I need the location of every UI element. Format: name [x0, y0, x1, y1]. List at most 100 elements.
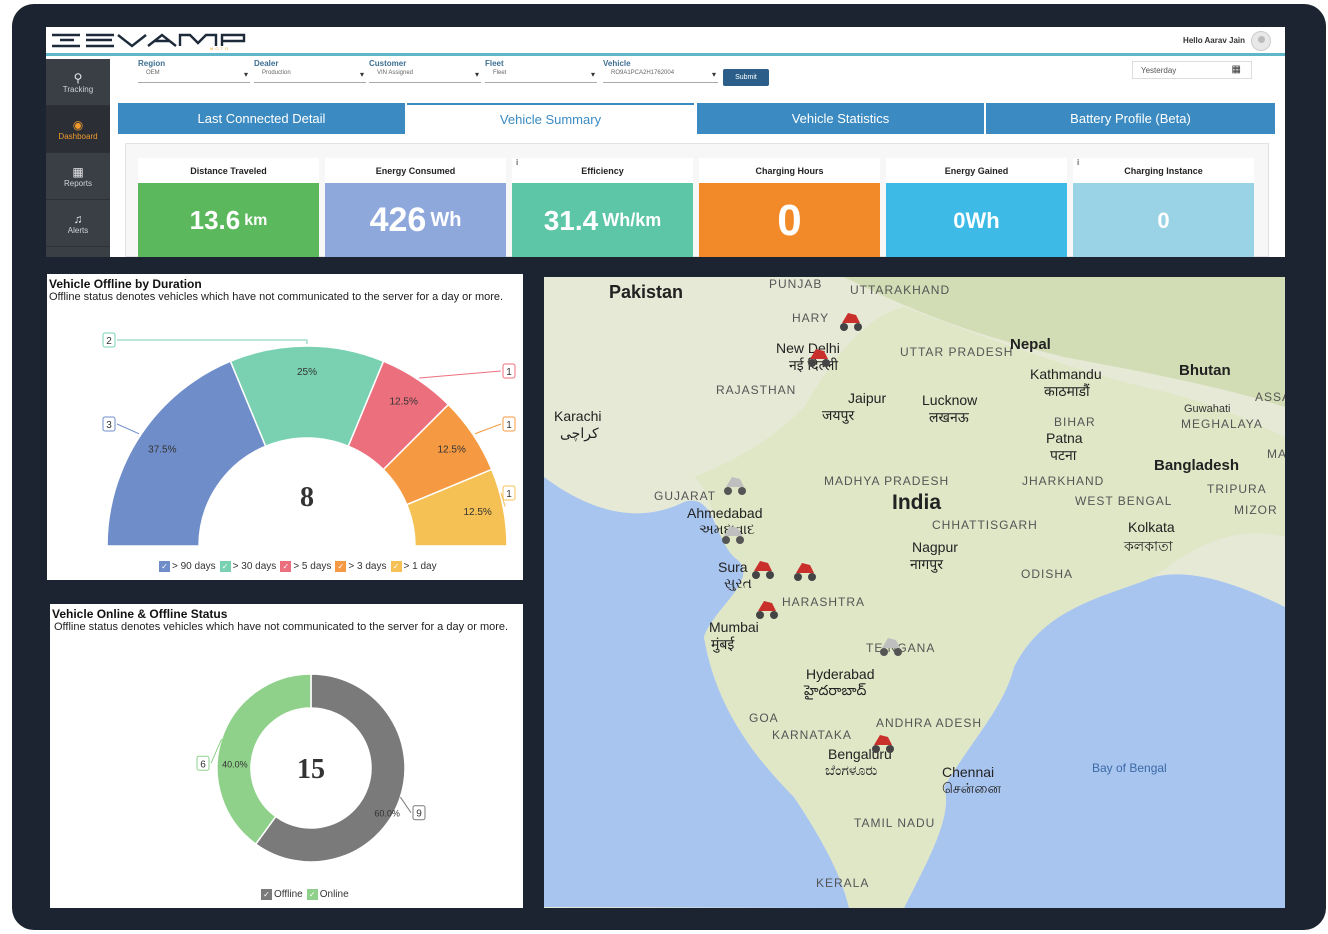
card-title: Energy Gained	[944, 165, 1009, 176]
map-label-city: ಬೆಂಗಳೂರು	[825, 762, 878, 778]
sidebar-item-label: Dashboard	[58, 131, 98, 141]
sidebar-item-label: Alerts	[67, 225, 89, 235]
map-label-city: Kathmandu	[1030, 366, 1102, 382]
legend-label: > 90 days	[172, 561, 216, 573]
summary-cards: Distance Traveled 13.6 km Energy Consumed…	[125, 143, 1269, 257]
card-title: Charging Hours	[755, 165, 824, 176]
online-offline-panel: Vehicle Online & Offline Status Offline …	[50, 604, 523, 908]
legend-item[interactable]: ✓ > 90 days	[159, 561, 216, 572]
legend-swatch: ✓	[306, 889, 318, 900]
vehicle-marker[interactable]	[806, 345, 832, 369]
sidebar-item-tracking[interactable]: ⚲ Tracking	[46, 59, 110, 106]
legend-item[interactable]: ✓ > 30 days	[219, 561, 276, 572]
card-title: Charging Instance	[1124, 165, 1203, 176]
legend-label: Offline	[274, 889, 303, 901]
region-select[interactable]: OEM	[138, 70, 250, 83]
map-label-state: TRIPURA	[1207, 482, 1267, 496]
map-label-city: کراچی	[560, 425, 599, 441]
card-header: i Efficiency	[512, 158, 693, 183]
card-value-box: 0Wh	[886, 183, 1067, 257]
table-icon: ▦	[72, 164, 84, 179]
callout-line	[399, 796, 412, 814]
map-pin-icon: ⚲	[73, 70, 83, 85]
map-label-state: UTTAR PRADESH	[900, 345, 1014, 359]
dashboard-icon: ◉	[72, 117, 84, 132]
vehicle-marker[interactable]	[838, 309, 864, 333]
card-value: 0	[777, 195, 802, 245]
sidebar-item-dashboard[interactable]: ◉ Dashboard	[46, 106, 110, 153]
map-label-state: MADHYA PRADESH	[824, 474, 950, 488]
legend-item[interactable]: ✓ > 3 days	[335, 561, 387, 572]
card-value-box: 13.6 km	[138, 183, 319, 257]
vehicle-marker[interactable]	[750, 557, 776, 581]
chart-legend: ✓ > 90 days ✓ > 30 days ✓ > 5 days ✓ > 3 day…	[159, 561, 437, 572]
fleet-select[interactable]: Fleet	[485, 70, 597, 83]
map-label-state: PUNJAB	[769, 277, 823, 291]
date-picker[interactable]: Yesterday ▦	[1132, 61, 1252, 79]
legend-swatch: ✓	[390, 561, 402, 572]
dealer-label: Dealer	[254, 59, 279, 68]
info-icon[interactable]: i	[1077, 158, 1079, 167]
map-label-state: KERALA	[816, 876, 870, 890]
sidebar-item-reports[interactable]: ▦ Reports	[46, 153, 110, 200]
bell-icon: ♫	[73, 211, 83, 226]
callout-line	[419, 370, 502, 379]
chart-subtitle: Offline status denotes vehicles which ha…	[54, 621, 509, 633]
map-label-city: काठमाडौं	[1044, 383, 1090, 399]
customer-select[interactable]: VIN Assigned	[369, 70, 481, 83]
map-label-city: Hyderabad	[806, 666, 875, 682]
map-label-city: Karachi	[554, 408, 602, 424]
dealer-select[interactable]: Production	[254, 70, 366, 83]
vehicle-marker[interactable]	[870, 731, 896, 755]
vehicle-filter: Vehicle RO9A1PCA2H1762004	[603, 59, 718, 83]
map-label-state: ODISHA	[1021, 567, 1074, 581]
callout-line	[474, 423, 502, 435]
map-label-city: Kolkata	[1128, 519, 1175, 535]
map-label-city: Mumbai	[709, 619, 759, 635]
avatar[interactable]	[1251, 31, 1271, 51]
tab-vehicle-summary[interactable]: Vehicle Summary	[407, 103, 694, 134]
map-label-state: CHHATTISGARH	[932, 518, 1038, 532]
map-label-city: Sura	[718, 559, 748, 575]
dashboard-panel: MOTO Hello Aarav Jain ⚲ Tracking ◉ Dashb…	[46, 27, 1285, 257]
tab-battery-profile[interactable]: Battery Profile (Beta)	[986, 103, 1275, 134]
logo-moto-text: MOTO	[210, 46, 230, 51]
slice-percent-label: 37.5%	[148, 444, 176, 455]
vehicle-marker[interactable]	[720, 522, 746, 546]
chart-center-total: 15	[297, 754, 325, 785]
legend-label: > 1 day	[403, 561, 437, 573]
sidebar-item-alerts[interactable]: ♫ Alerts	[46, 200, 110, 247]
map-label-city: સુરત	[724, 575, 752, 591]
legend-item[interactable]: ✓ > 1 day	[390, 561, 437, 573]
map-label-country: Bhutan	[1179, 362, 1231, 379]
vehicle-marker[interactable]	[722, 473, 748, 497]
map-label-state: RAJASTHAN	[716, 383, 797, 397]
callout-value-label: 1	[506, 367, 512, 378]
submit-button[interactable]: Submit	[723, 69, 769, 86]
map-label-country: Nepal	[1010, 336, 1051, 353]
legend-label: Online	[319, 889, 349, 901]
calendar-icon[interactable]: ▦	[1232, 64, 1241, 75]
online-offline-chart: 60.0% 9 40.0% 6 15	[196, 673, 426, 863]
legend-item[interactable]: ✓ > 5 days	[280, 561, 331, 572]
tab-last-connected[interactable]: Last Connected Detail	[118, 103, 405, 134]
vehicle-map[interactable]: Pakistan PUNJAB UTTARAKHAND HARY New Del…	[544, 277, 1285, 908]
chart-title: Vehicle Offline by Duration	[49, 277, 202, 291]
vehicle-select[interactable]: RO9A1PCA2H1762004	[603, 70, 718, 83]
legend-item[interactable]: ✓ Online	[306, 889, 349, 901]
map-label-city: Jaipur	[848, 390, 887, 406]
legend-item[interactable]: ✓ Offline	[261, 889, 303, 900]
vehicle-marker[interactable]	[754, 597, 780, 621]
card-header: i Charging Instance	[1073, 158, 1254, 183]
info-icon[interactable]: i	[516, 158, 518, 167]
tab-vehicle-statistics[interactable]: Vehicle Statistics	[697, 103, 984, 134]
map-label-state: KARNATAKA	[772, 728, 852, 742]
sidebar-item-label: Tracking	[62, 84, 94, 94]
map-label-city: लखनऊ	[929, 409, 969, 425]
legend-swatch: ✓	[261, 889, 272, 900]
vehicle-marker[interactable]	[792, 559, 818, 583]
map-label-city: Nagpur	[912, 539, 958, 555]
vehicle-marker[interactable]	[878, 634, 904, 658]
card-value: 426	[369, 201, 427, 239]
chart-legend: ✓ Offline ✓ Online	[261, 889, 349, 900]
